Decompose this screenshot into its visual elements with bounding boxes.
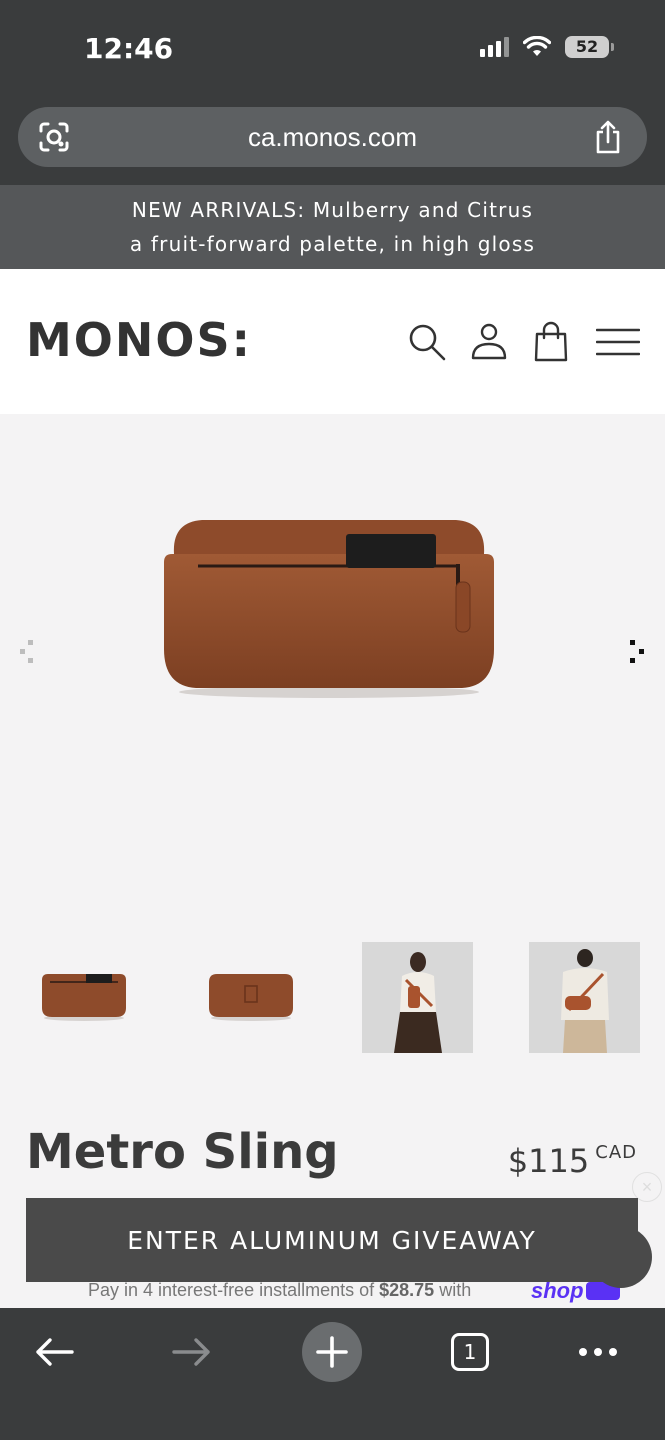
forward-button[interactable]	[162, 1322, 222, 1382]
cart-icon[interactable]	[530, 321, 572, 363]
brand-logo[interactable]: MONOS:	[26, 313, 252, 367]
plus-icon	[316, 1336, 348, 1368]
tab-count: 1	[451, 1333, 489, 1371]
status-time: 12:46	[84, 32, 174, 65]
url-text: ca.monos.com	[247, 122, 418, 152]
new-tab-button[interactable]	[302, 1322, 362, 1382]
product-main-image[interactable]	[162, 514, 496, 699]
back-arrow-icon	[36, 1338, 74, 1366]
installments-prefix: Pay in 4 interest-free installments of	[88, 1280, 380, 1300]
share-icon[interactable]	[591, 119, 625, 155]
back-button[interactable]	[24, 1322, 84, 1382]
product-price: $115 CAD	[508, 1142, 637, 1180]
signal-icon	[480, 37, 509, 57]
gallery-prev-arrow[interactable]	[16, 636, 38, 668]
promo-line-2: a fruit-forward palette, in high gloss	[129, 232, 536, 256]
thumbnail-model-back[interactable]	[529, 942, 640, 1053]
search-icon[interactable]	[406, 321, 448, 363]
site-header: MONOS:	[0, 269, 665, 414]
account-icon[interactable]	[468, 321, 510, 363]
wifi-icon	[523, 36, 551, 56]
installments-amount: $28.75	[379, 1280, 435, 1300]
url-bar[interactable]: ca.monos.com	[18, 107, 647, 167]
product-title: Metro Sling	[26, 1124, 339, 1180]
promo-line-1: NEW ARRIVALS: Mulberry and Citrus	[131, 198, 534, 222]
installments-suffix: with	[434, 1280, 472, 1300]
browser-toolbar: 1	[0, 1308, 665, 1440]
gallery-next-arrow[interactable]	[626, 636, 648, 668]
installments-text: Pay in 4 interest-free installments of $…	[88, 1280, 471, 1301]
menu-icon[interactable]	[596, 321, 640, 363]
forward-arrow-icon	[172, 1338, 210, 1366]
thumbnail-back[interactable]	[195, 942, 306, 1053]
status-icons: 52	[480, 36, 614, 58]
battery-indicator: 52	[565, 36, 614, 58]
price-currency: CAD	[595, 1142, 637, 1163]
tab-switcher-button[interactable]: 1	[440, 1322, 500, 1382]
more-dots-icon	[579, 1348, 617, 1356]
more-button[interactable]	[568, 1322, 628, 1382]
price-amount: $115	[507, 1142, 590, 1180]
thumbnail-model-front[interactable]	[362, 942, 473, 1053]
thumbnail-front[interactable]	[28, 942, 139, 1053]
browser-top-bar: 12:46 52 ca.monos.com	[0, 0, 665, 185]
enter-giveaway-button[interactable]: ENTER ALUMINUM GIVEAWAY	[26, 1198, 638, 1282]
promo-banner[interactable]: NEW ARRIVALS: Mulberry and Citrus a frui…	[0, 185, 665, 269]
product-gallery: Metro Sling $115 CAD × Pay in 4 interest-…	[0, 414, 665, 1308]
